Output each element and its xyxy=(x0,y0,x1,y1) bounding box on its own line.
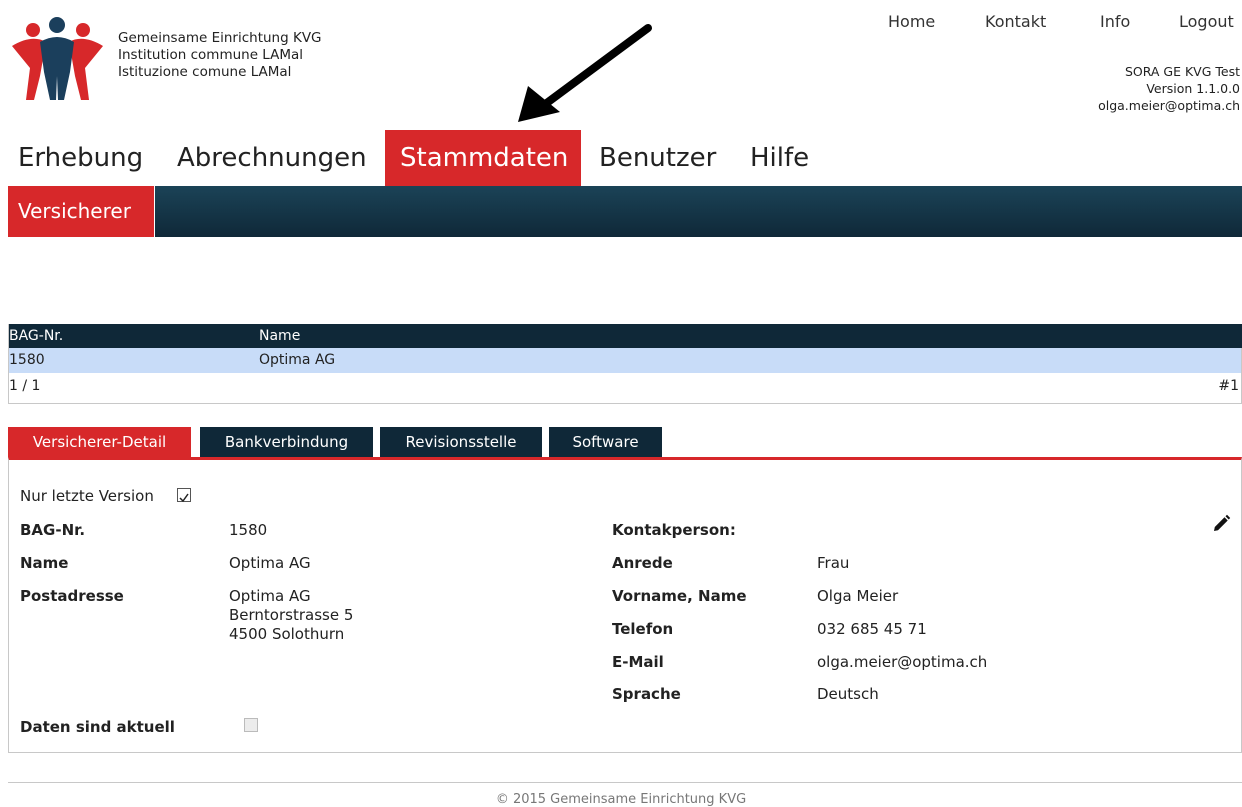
pencil-edit-icon[interactable] xyxy=(1211,514,1231,534)
salutation-value: Frau xyxy=(817,554,850,572)
organization-name: Gemeinsame Einrichtung KVG Institution c… xyxy=(118,30,322,81)
tab-bankverbindung[interactable]: Bankverbindung xyxy=(200,427,373,457)
insurer-grid: BAG-Nr. Name 1580 Optima AG 1 / 1 #1 xyxy=(8,324,1242,404)
app-name: SORA GE KVG Test xyxy=(1124,64,1240,79)
tab-revisionsstelle[interactable]: Revisionsstelle xyxy=(380,427,542,457)
sub-nav: Versicherer xyxy=(8,186,1242,237)
main-nav-stammdaten[interactable]: Stammdaten xyxy=(385,130,581,186)
postal-line-2: Berntorstrasse 5 xyxy=(229,606,354,624)
grid-header: BAG-Nr. Name xyxy=(9,324,1242,348)
detail-tabs: Versicherer-Detail Bankverbindung Revisi… xyxy=(8,427,708,457)
language-label: Sprache xyxy=(612,685,681,703)
grid-pager: 1 / 1 #1 xyxy=(9,373,1241,401)
logo-figures-icon xyxy=(12,17,103,100)
table-row[interactable]: 1580 Optima AG xyxy=(9,348,1241,373)
tab-versicherer-detail[interactable]: Versicherer-Detail xyxy=(8,427,191,457)
name-value: Optima AG xyxy=(229,554,311,572)
only-last-version-label: Nur letzte Version xyxy=(20,487,154,505)
main-nav-abrechnungen[interactable]: Abrechnungen xyxy=(177,130,367,186)
name-label: Name xyxy=(20,554,69,572)
main-nav-erhebung[interactable]: Erhebung xyxy=(18,130,143,186)
sub-nav-versicherer[interactable]: Versicherer xyxy=(8,186,155,237)
main-nav-benutzer[interactable]: Benutzer xyxy=(599,130,716,186)
app-version: Version 1.1.0.0 xyxy=(1146,81,1240,96)
postal-line-3: 4500 Solothurn xyxy=(229,625,345,643)
org-line-fr: Institution commune LAMal xyxy=(118,47,304,63)
top-nav-home[interactable]: Home xyxy=(888,12,935,31)
postal-address-label: Postadresse xyxy=(20,587,124,605)
top-nav: Home Kontakt Info Logout xyxy=(872,12,1242,36)
main-nav: Erhebung Abrechnungen Stammdaten Benutze… xyxy=(0,130,900,186)
column-header-name[interactable]: Name xyxy=(259,328,300,344)
bag-nr-value: 1580 xyxy=(229,521,268,539)
checkbox-checked-icon xyxy=(179,493,189,503)
bag-nr-label: BAG-Nr. xyxy=(20,521,86,539)
app-info: SORA GE KVG Test Version 1.1.0.0 olga.me… xyxy=(1098,63,1240,114)
record-count: #1 xyxy=(1218,378,1239,394)
detail-panel: Nur letzte Version BAG-Nr. 1580 Name Opt… xyxy=(8,457,1242,753)
contact-person-label: Kontakperson: xyxy=(612,521,736,539)
org-line-it: Istituzione comune LAMal xyxy=(118,64,292,80)
data-current-checkbox xyxy=(244,718,258,732)
pager-text: 1 / 1 xyxy=(9,378,41,394)
annotation-arrow-icon xyxy=(518,24,652,122)
user-email: olga.meier@optima.ch xyxy=(1098,98,1240,113)
fullname-value: Olga Meier xyxy=(817,587,899,605)
tab-software[interactable]: Software xyxy=(549,427,662,457)
salutation-label: Anrede xyxy=(612,554,673,572)
postal-line-1: Optima AG xyxy=(229,587,311,605)
language-value: Deutsch xyxy=(817,685,879,703)
top-nav-kontakt[interactable]: Kontakt xyxy=(985,12,1046,31)
data-current-label: Daten sind aktuell xyxy=(20,718,175,736)
footer-copyright: © 2015 Gemeinsame Einrichtung KVG xyxy=(495,792,747,807)
phone-value: 032 685 45 71 xyxy=(817,620,927,638)
top-nav-info[interactable]: Info xyxy=(1100,12,1130,31)
main-nav-hilfe[interactable]: Hilfe xyxy=(750,130,809,186)
email-label: E-Mail xyxy=(612,653,664,671)
top-nav-logout[interactable]: Logout xyxy=(1179,12,1234,31)
phone-label: Telefon xyxy=(612,620,674,638)
org-line-de: Gemeinsame Einrichtung KVG xyxy=(118,30,322,46)
fullname-label: Vorname, Name xyxy=(612,587,747,605)
cell-bag-nr: 1580 xyxy=(9,352,45,368)
cell-name: Optima AG xyxy=(259,352,336,368)
column-header-bag-nr[interactable]: BAG-Nr. xyxy=(9,328,63,344)
only-last-version-checkbox[interactable] xyxy=(177,488,191,503)
email-value: olga.meier@optima.ch xyxy=(817,653,988,671)
footer-divider xyxy=(8,782,1242,783)
